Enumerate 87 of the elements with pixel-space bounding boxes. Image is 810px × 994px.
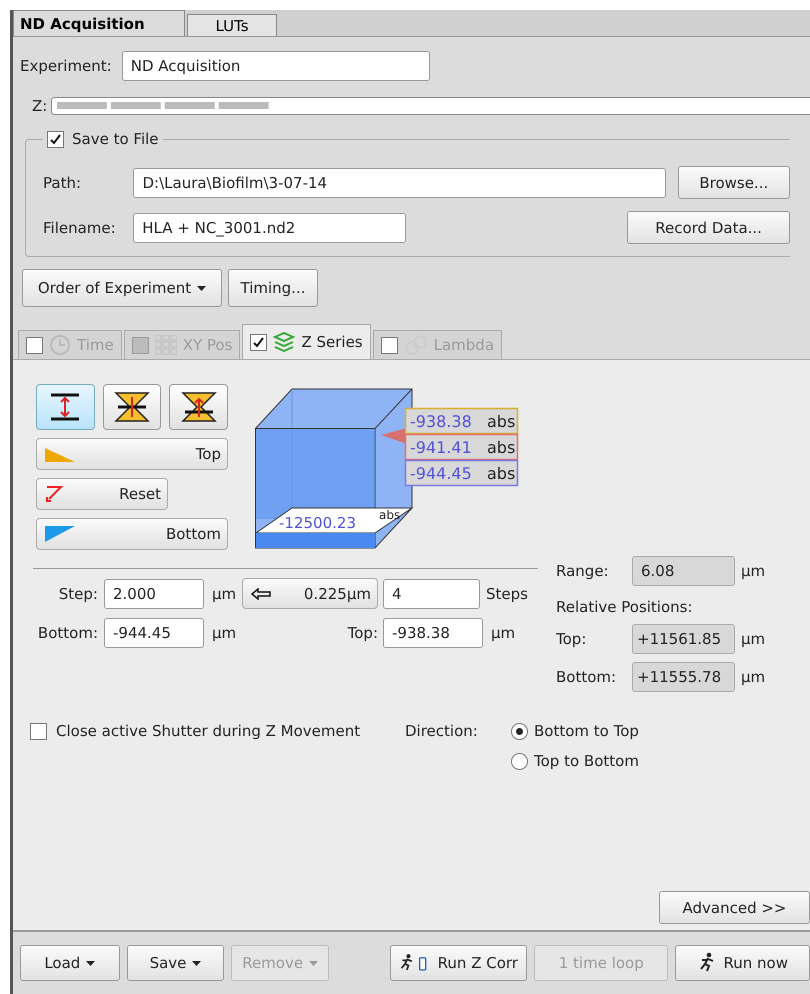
footer-button[interactable]: Run now xyxy=(675,945,810,981)
relative-position-field: +11561.85 xyxy=(632,624,735,654)
mode-button[interactable] xyxy=(36,384,95,430)
caret-icon xyxy=(192,960,202,966)
checkbox[interactable] xyxy=(26,336,43,354)
experiment-field[interactable]: ND Acquisition xyxy=(122,51,430,81)
checkbox[interactable] xyxy=(380,336,398,354)
battery-icon xyxy=(418,957,426,971)
save-to-file-label: Save to File xyxy=(72,130,159,148)
checkbox[interactable] xyxy=(30,722,47,740)
relative-position-label: Bottom: xyxy=(556,668,618,686)
unit-label: µm xyxy=(741,562,766,580)
steps-label: Steps xyxy=(486,584,528,602)
relative-positions-label: Relative Positions: xyxy=(556,598,694,616)
direction-option-label: Top to Bottom xyxy=(534,752,639,770)
direction-option-label: Bottom to Top xyxy=(534,722,639,740)
unit-label: µm xyxy=(491,624,516,642)
base-value: -12500.23 xyxy=(279,514,356,532)
reset-icon xyxy=(45,485,63,503)
footer-button[interactable]: Load xyxy=(20,945,120,981)
radio-button[interactable] xyxy=(511,722,528,740)
position-unit: abs xyxy=(487,412,516,431)
filename-field[interactable]: HLA + NC_3001.nd2 xyxy=(133,212,406,242)
range-field: 6.08 xyxy=(632,556,735,586)
step-label: Step: xyxy=(58,584,98,602)
triangle-icon xyxy=(45,446,75,462)
radio-button[interactable] xyxy=(511,752,528,770)
position-value: -944.45 xyxy=(410,464,472,483)
step-size-button[interactable]: 0.225µm xyxy=(242,578,378,609)
checkbox[interactable] xyxy=(250,334,268,350)
bottom-field[interactable]: -944.45 xyxy=(104,618,204,648)
caret-icon xyxy=(309,960,318,966)
caret-icon xyxy=(197,286,206,290)
tab-label: Time xyxy=(77,336,114,354)
footer-button[interactable]: Run Z Corr xyxy=(390,945,527,981)
tab[interactable]: ND Acquisition xyxy=(13,10,185,36)
advanced-button[interactable]: Advanced >> xyxy=(659,891,810,924)
browse-button[interactable]: Browse... xyxy=(678,166,790,199)
direction-label: Direction: xyxy=(405,722,479,740)
hourglass-icon xyxy=(112,391,152,423)
unit-label: µm xyxy=(212,624,238,642)
relative-position-field: +11555.78 xyxy=(632,662,735,692)
set-button[interactable]: Top xyxy=(36,438,228,470)
hourglass-icon xyxy=(178,391,219,423)
footer-button[interactable]: Save xyxy=(126,945,224,981)
arrow-left-icon xyxy=(251,588,271,600)
position-unit: abs xyxy=(487,438,516,457)
path-field[interactable]: D:\Laura\Biofilm\3-07-14 xyxy=(133,168,666,198)
layers-icon xyxy=(273,332,296,352)
top-label: Top: xyxy=(346,624,378,642)
caret-icon xyxy=(86,960,96,966)
tab-label: Z Series xyxy=(301,333,363,351)
unit-label: µm xyxy=(741,668,766,686)
filename-label: Filename: xyxy=(43,218,117,236)
range-label: Range: xyxy=(556,562,610,580)
timing-button[interactable]: Timing... xyxy=(228,269,318,307)
bottom-label: Bottom: xyxy=(36,624,98,642)
runner-icon xyxy=(400,954,413,971)
checkbox[interactable] xyxy=(47,130,64,148)
unit-label: µm xyxy=(212,584,238,602)
position-value: -941.41 xyxy=(410,438,472,457)
position-unit: abs xyxy=(487,464,516,483)
top-field[interactable]: -938.38 xyxy=(383,618,483,648)
record-data-button[interactable]: Record Data... xyxy=(627,211,790,244)
steps-field[interactable]: 4 xyxy=(383,578,480,608)
experiment-label: Experiment: xyxy=(20,57,112,75)
grid-icon xyxy=(154,335,177,355)
tab-label: XY Pos xyxy=(182,336,232,354)
mode-button[interactable] xyxy=(102,384,162,430)
clock-icon xyxy=(49,334,71,356)
mode-button[interactable] xyxy=(169,384,228,430)
shutter-label: Close active Shutter during Z Movement xyxy=(56,722,360,740)
set-button[interactable]: Bottom xyxy=(36,518,228,550)
tab[interactable]: Z Series xyxy=(242,324,371,359)
position-value: -938.38 xyxy=(410,412,472,431)
set-button[interactable]: Reset xyxy=(36,478,168,510)
order-of-experiment-dropdown[interactable]: Order of Experiment xyxy=(22,269,222,307)
unit-label: µm xyxy=(741,630,766,648)
triangle-icon xyxy=(45,526,75,542)
tab[interactable]: LUTs xyxy=(187,14,277,36)
base-unit: abs xyxy=(379,508,400,522)
tab-label: Lambda xyxy=(434,336,494,354)
relative-position-label: Top: xyxy=(556,630,588,648)
z-label: Z: xyxy=(32,97,48,115)
runner-icon xyxy=(700,952,714,972)
step-field[interactable]: 2.000 xyxy=(104,578,204,608)
path-label: Path: xyxy=(43,174,82,192)
